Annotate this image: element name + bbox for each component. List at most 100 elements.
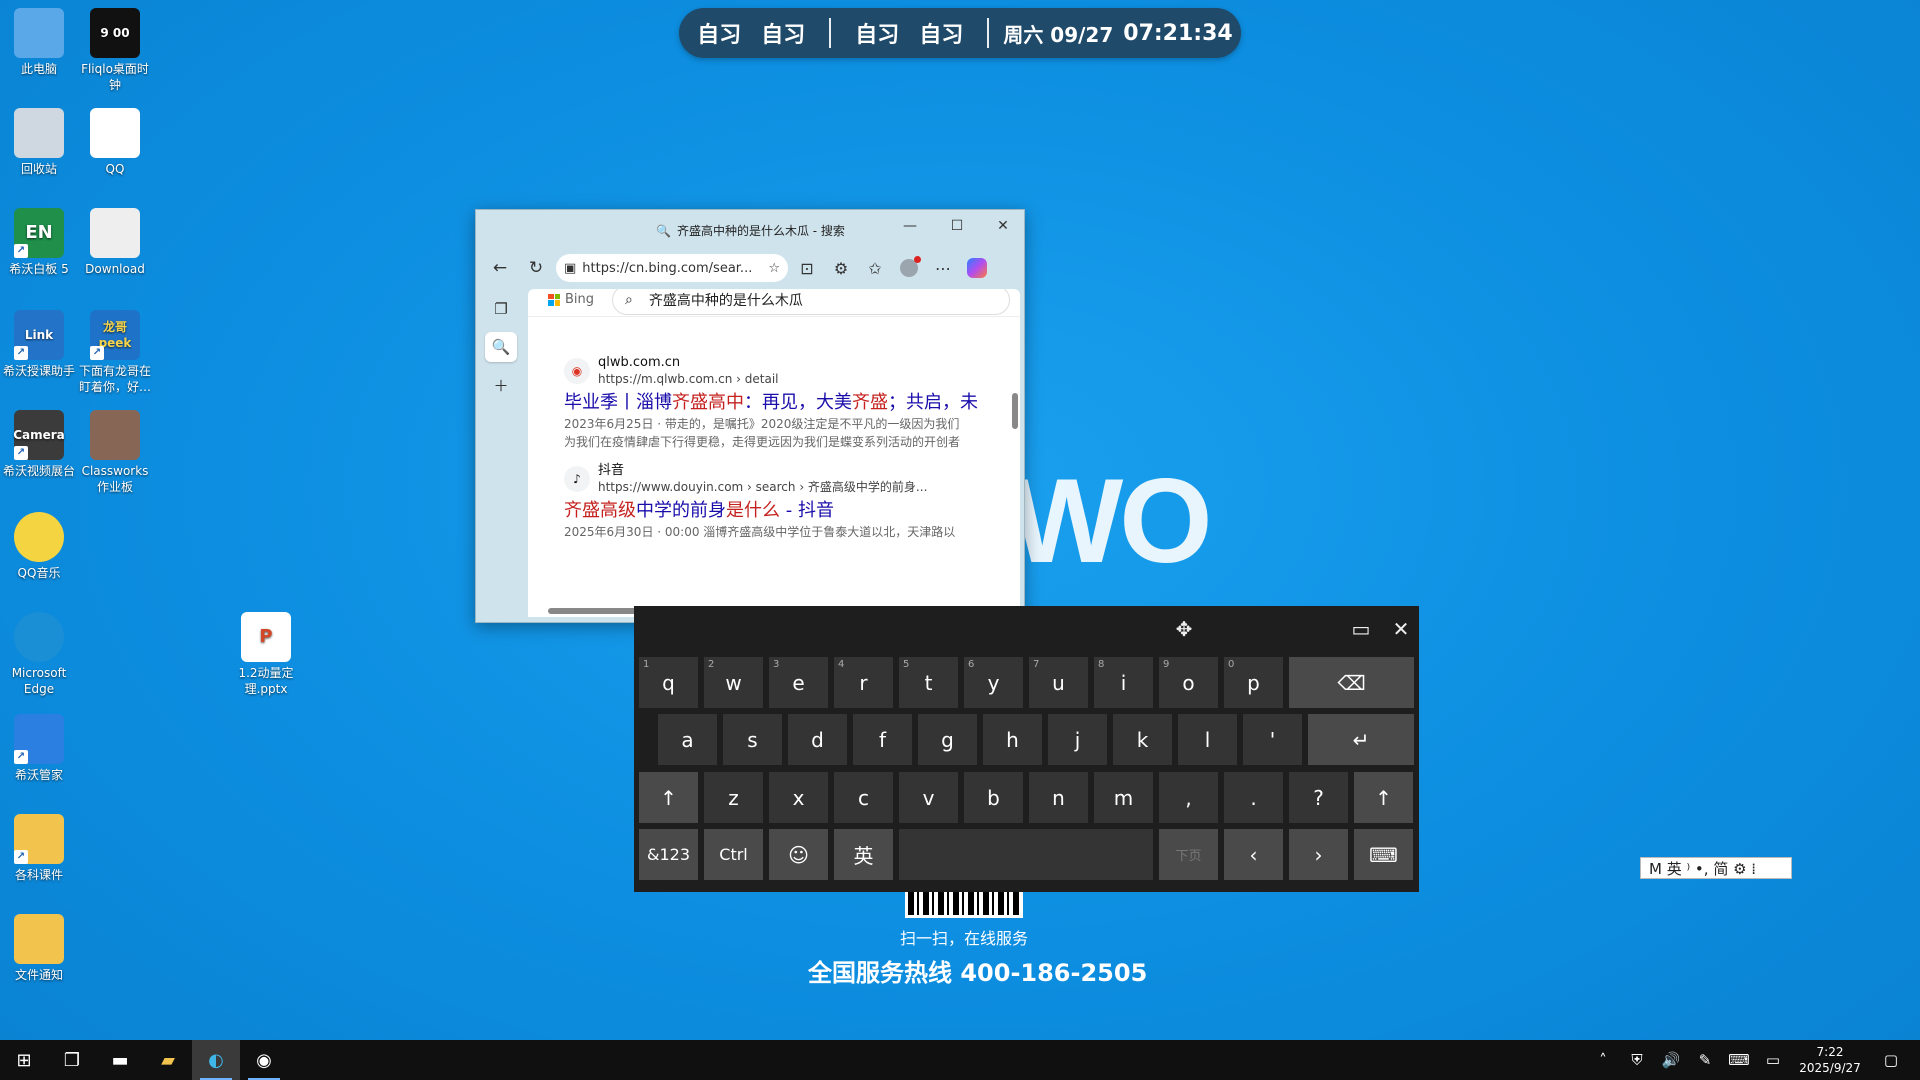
key-i[interactable]: 8i [1094, 657, 1153, 708]
back-button[interactable]: ← [484, 254, 516, 282]
close-keyboard-icon[interactable]: ✕ [1386, 614, 1416, 644]
show-desktop-button[interactable] [1912, 1040, 1920, 1080]
move-keyboard-icon[interactable]: ✥ [1169, 614, 1199, 644]
dock-keyboard-icon[interactable]: ▭ [1346, 614, 1376, 644]
pen-icon[interactable]: ✎ [1688, 1040, 1722, 1080]
profile-button[interactable] [894, 254, 924, 282]
key-b[interactable]: b [964, 772, 1023, 823]
maximize-button[interactable]: ☐ [942, 218, 972, 234]
favorite-star-icon[interactable]: ☆ [768, 261, 780, 276]
desktop-icon[interactable]: Classworks 作业板 [76, 410, 154, 495]
next-page-key[interactable]: 下页 [1159, 829, 1218, 880]
emoji-key[interactable]: ☺ [769, 829, 828, 880]
task-view-button[interactable]: ❐ [48, 1040, 96, 1080]
web-page-content[interactable]: Bing ⌕ 齐盛高中种的是什么木瓜 ◉ qlwb.com.cn https:/… [528, 289, 1020, 617]
key-f[interactable]: f [853, 714, 912, 765]
file-explorer-icon[interactable]: ▰ [144, 1040, 192, 1080]
desktop-icon[interactable]: P 1.2动量定理.pptx [227, 612, 305, 697]
favorites-icon[interactable]: ✩ [860, 254, 890, 282]
key-apostrophe[interactable]: ' [1243, 714, 1302, 765]
window-titlebar[interactable]: 🔍 齐盛高中种的是什么木瓜 - 搜索 — ☐ ✕ [476, 210, 1024, 250]
extensions-icon[interactable]: ⚙ [826, 254, 856, 282]
touch-keyboard-icon[interactable]: ⌨ [1722, 1040, 1756, 1080]
taskbar-clock[interactable]: 7:22 2025/9/27 [1790, 1044, 1870, 1076]
show-hidden-icons-chevron-icon[interactable]: ˄ [1586, 1040, 1620, 1080]
security-shield-icon[interactable]: ⛨ [1620, 1040, 1654, 1080]
ime-toolbar[interactable]: M 英 ⁾ •, 简 ⚙ ⁞ [1640, 857, 1792, 879]
result-source[interactable]: ♪ 抖音 https://www.douyin.com › search › 齐… [564, 463, 1014, 495]
result-source[interactable]: ◉ qlwb.com.cn https://m.qlwb.com.cn › de… [564, 355, 1014, 387]
language-key[interactable]: 英 [834, 829, 893, 880]
notifications-icon[interactable]: ▢ [1870, 1040, 1912, 1080]
bing-logo[interactable]: Bing [548, 292, 594, 307]
key-n[interactable]: n [1029, 772, 1088, 823]
seewo-camera-taskbar-icon[interactable]: ▬ [96, 1040, 144, 1080]
key-period[interactable]: . [1224, 772, 1283, 823]
shift-key-left[interactable]: ↑ [639, 772, 698, 823]
desktop-icon[interactable]: 希沃管家 [0, 714, 78, 783]
enter-key[interactable]: ↵ [1308, 714, 1414, 765]
desktop-icon[interactable]: 回收站 [0, 108, 78, 177]
key-o[interactable]: 9o [1159, 657, 1218, 708]
desktop-icon[interactable]: Camera 希沃视频展台 [0, 410, 78, 479]
key-h[interactable]: h [983, 714, 1042, 765]
key-p[interactable]: 0p [1224, 657, 1283, 708]
more-menu-button[interactable]: ⋯ [928, 254, 958, 282]
desktop-icon[interactable]: QQ [76, 108, 154, 177]
key-q[interactable]: 1q [639, 657, 698, 708]
scrollbar-thumb[interactable] [1012, 393, 1018, 429]
key-s[interactable]: s [723, 714, 782, 765]
site-info-icon[interactable]: ▣ [564, 261, 576, 276]
key-j[interactable]: j [1048, 714, 1107, 765]
close-button[interactable]: ✕ [988, 218, 1018, 234]
desktop-icon[interactable]: Download [76, 208, 154, 277]
edge-taskbar-icon[interactable]: ◐ [192, 1040, 240, 1080]
address-bar[interactable]: ▣ https://cn.bing.com/sear... ☆ [556, 254, 788, 282]
copilot-button[interactable] [962, 254, 992, 282]
key-r[interactable]: 4r [834, 657, 893, 708]
ctrl-key[interactable]: Ctrl [704, 829, 763, 880]
key-d[interactable]: d [788, 714, 847, 765]
desktop-icon[interactable]: 此电脑 [0, 8, 78, 77]
edge-browser-window[interactable]: 🔍 齐盛高中种的是什么木瓜 - 搜索 — ☐ ✕ ← ↻ ▣ https://cn… [475, 209, 1025, 623]
desktop-icon[interactable]: Link 希沃授课助手 [0, 310, 78, 379]
visual-search-icon[interactable]: ⊡ [792, 254, 822, 282]
volume-icon[interactable]: 🔊 [1654, 1040, 1688, 1080]
desktop-icon[interactable]: 9 00 Fliqlo桌面时钟 [76, 8, 154, 93]
new-tab-button[interactable]: ＋ [485, 370, 517, 400]
key-k[interactable]: k [1113, 714, 1172, 765]
desktop-icon[interactable]: EN 希沃白板 5 [0, 208, 78, 277]
key-z[interactable]: z [704, 772, 763, 823]
start-button[interactable]: ⊞ [0, 1040, 48, 1080]
key-u[interactable]: 7u [1029, 657, 1088, 708]
bing-search-box[interactable]: ⌕ 齐盛高中种的是什么木瓜 [612, 289, 1010, 315]
left-arrow-key[interactable]: ‹ [1224, 829, 1283, 880]
desktop-icon[interactable]: 文件通知 [0, 914, 78, 983]
key-y[interactable]: 6y [964, 657, 1023, 708]
tab-search[interactable]: 🔍 [485, 332, 517, 362]
key-question[interactable]: ? [1289, 772, 1348, 823]
key-c[interactable]: c [834, 772, 893, 823]
key-l[interactable]: l [1178, 714, 1237, 765]
key-comma[interactable]: , [1159, 772, 1218, 823]
space-key[interactable] [899, 829, 1153, 880]
keyboard-layout-key[interactable]: ⌨ [1354, 829, 1413, 880]
qq-taskbar-icon[interactable]: ◉ [240, 1040, 288, 1080]
symbols-key[interactable]: &123 [639, 829, 698, 880]
key-t[interactable]: 5t [899, 657, 958, 708]
key-v[interactable]: v [899, 772, 958, 823]
minimize-button[interactable]: — [895, 218, 925, 234]
key-g[interactable]: g [918, 714, 977, 765]
desktop-icon[interactable]: Microsoft Edge [0, 612, 78, 697]
key-m[interactable]: m [1094, 772, 1153, 823]
result-title-link[interactable]: 毕业季丨淄博齐盛高中：再见，大美齐盛；共启，未 [564, 391, 1014, 415]
key-x[interactable]: x [769, 772, 828, 823]
desktop-icon[interactable]: QQ音乐 [0, 512, 78, 581]
backspace-key[interactable]: ⌫ [1289, 657, 1414, 708]
vertical-scrollbar[interactable] [1010, 289, 1020, 617]
right-arrow-key[interactable]: › [1289, 829, 1348, 880]
desktop-icon[interactable]: 龙哥 peek 下面有龙哥在盯着你，好… [76, 310, 154, 395]
result-title-link[interactable]: 齐盛高级中学的前身是什么 - 抖音 [564, 499, 1014, 523]
tab-actions-icon[interactable]: ❐ [485, 294, 517, 324]
desktop-icon[interactable]: 各科课件 [0, 814, 78, 883]
